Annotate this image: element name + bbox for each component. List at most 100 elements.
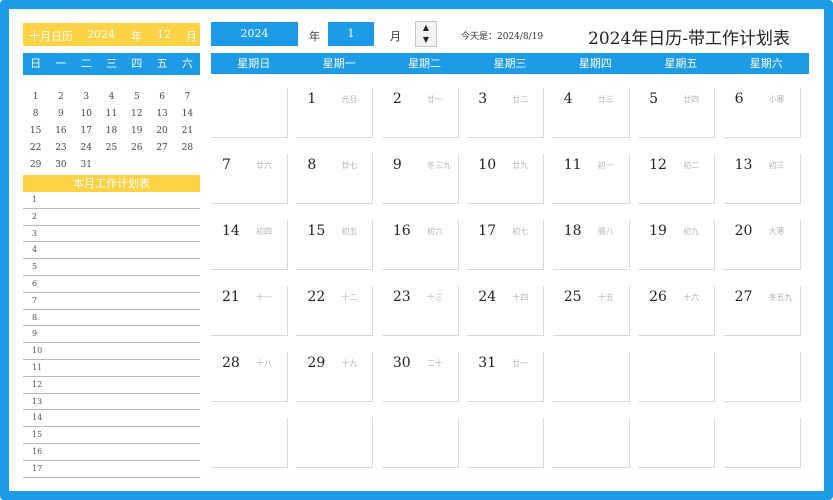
lunar-date: 廿一 [512, 359, 529, 368]
mini-day: 22 [29, 143, 42, 153]
weekday-header: 星期五 [664, 57, 698, 70]
calendar-cell[interactable]: 31 廿一 [467, 346, 552, 412]
calendar-cell[interactable] [723, 346, 809, 412]
day-number: 5 [649, 91, 659, 107]
calendar-cell[interactable]: 23 十三 [381, 280, 467, 346]
day-number: 17 [478, 223, 497, 239]
calendar-cell[interactable]: 13 初三 [723, 148, 809, 214]
calendar-cell[interactable]: 29 十九 [296, 346, 381, 412]
work-plan-row[interactable]: 1 [23, 192, 200, 209]
calendar-cell[interactable]: 25 十五 [552, 280, 638, 346]
calendar-cell[interactable]: 5 廿四 [638, 82, 723, 148]
spin-down-icon[interactable]: ▼ [416, 34, 436, 46]
lunar-date: 十二 [341, 293, 358, 302]
calendar-cell[interactable] [638, 346, 723, 412]
day-number: 10 [478, 157, 497, 173]
calendar-cell[interactable]: 19 初九 [638, 214, 723, 280]
weekday-header: 星期日 [237, 57, 271, 70]
calendar-cell[interactable]: 3 廿二 [467, 82, 552, 148]
day-number: 27 [734, 289, 753, 305]
work-plan-row[interactable]: 6 [23, 276, 200, 293]
calendar-grid: 1 元旦 2 廿一 3 廿二 4 廿三 5 廿四 6 小寒 7 廿六 8 廿七 9 冬三九 10 廿九 11 初一 12 初二… [211, 82, 809, 478]
month-spinner[interactable]: ▲ ▼ [415, 21, 437, 47]
calendar-cell[interactable]: 10 廿九 [467, 148, 552, 214]
work-plan-row[interactable]: 12 [23, 377, 200, 394]
calendar-cell[interactable]: 2 廿一 [381, 82, 467, 148]
cell-border [638, 418, 716, 468]
work-plan-row[interactable]: 5 [23, 259, 200, 276]
lunar-date: 初一 [597, 161, 614, 170]
calendar-cell[interactable]: 7 廿六 [211, 148, 296, 214]
day-number: 2 [392, 91, 402, 107]
day-number: 23 [392, 289, 411, 305]
work-plan-row[interactable]: 14 [23, 410, 200, 428]
day-number: 7 [222, 157, 231, 173]
mini-month-label: 十月日历 [29, 30, 73, 43]
calendar-cell[interactable] [211, 412, 296, 478]
work-plan-row[interactable]: 4 [23, 242, 200, 260]
calendar-cell[interactable]: 1 元旦 [296, 82, 381, 148]
calendar-cell[interactable] [723, 412, 809, 478]
work-plan-row[interactable]: 9 [23, 326, 200, 344]
calendar-cell[interactable]: 12 初二 [638, 148, 723, 214]
lunar-date: 十九 [341, 359, 358, 368]
calendar-cell[interactable]: 9 冬三九 [381, 148, 467, 214]
mini-year-unit: 年 [131, 30, 142, 43]
year-field[interactable]: 2024 [211, 22, 298, 46]
calendar-cell[interactable]: 8 廿七 [296, 148, 381, 214]
lunar-date: 元旦 [341, 95, 358, 104]
work-plan-row[interactable]: 16 [23, 444, 200, 461]
day-number: 15 [307, 223, 326, 239]
calendar-cell[interactable]: 18 腊八 [552, 214, 638, 280]
weekday-header: 星期一 [322, 57, 356, 70]
lunar-date: 初七 [512, 227, 529, 236]
month-field[interactable]: 1 [328, 22, 374, 46]
calendar-cell[interactable]: 27 冬五九 [723, 280, 809, 346]
lunar-date: 廿四 [683, 95, 700, 104]
calendar-cell[interactable] [211, 82, 296, 148]
work-plan-list: 1 2 3 4 5 6 7 8 9 10 11 12 13 14 15 16 17 [23, 192, 200, 478]
mini-day: 15 [29, 126, 42, 136]
work-plan-row[interactable]: 3 [23, 226, 200, 243]
calendar-cell[interactable]: 22 十二 [296, 280, 381, 346]
calendar-cell[interactable] [552, 346, 638, 412]
calendar-cell[interactable]: 21 十一 [211, 280, 296, 346]
work-plan-row[interactable]: 10 [23, 343, 200, 360]
calendar-cell[interactable]: 17 初七 [467, 214, 552, 280]
work-plan-row[interactable]: 11 [23, 360, 200, 377]
calendar-cell[interactable]: 24 十四 [467, 280, 552, 346]
calendar-cell[interactable]: 16 初六 [381, 214, 467, 280]
calendar-cell[interactable]: 26 十六 [638, 280, 723, 346]
mini-weekday: 三 [105, 57, 117, 70]
day-number: 1 [307, 91, 317, 107]
calendar-cell[interactable]: 11 初一 [552, 148, 638, 214]
calendar-cell[interactable]: 28 十八 [211, 346, 296, 412]
calendar-cell[interactable] [552, 412, 638, 478]
calendar-cell[interactable]: 4 廿三 [552, 82, 638, 148]
work-plan-row[interactable]: 13 [23, 394, 200, 411]
lunar-date: 十八 [256, 359, 272, 368]
calendar-cell[interactable] [381, 412, 467, 478]
work-plan-row[interactable]: 7 [23, 293, 200, 310]
work-plan-row[interactable]: 15 [23, 427, 200, 444]
calendar-cell[interactable]: 30 二十 [381, 346, 467, 412]
mini-day: 17 [80, 126, 92, 136]
spin-up-icon[interactable]: ▲ [416, 22, 436, 34]
calendar-cell[interactable] [296, 412, 381, 478]
calendar-cell[interactable]: 14 初四 [211, 214, 296, 280]
lunar-date: 初四 [256, 227, 272, 236]
work-plan-row[interactable]: 8 [23, 310, 200, 327]
calendar-cell[interactable] [638, 412, 723, 478]
lunar-date: 冬三九 [426, 161, 451, 170]
calendar-cell[interactable]: 20 大寒 [723, 214, 809, 280]
calendar-cell[interactable] [467, 412, 552, 478]
mini-day: 28 [181, 143, 194, 153]
lunar-date: 冬五九 [768, 293, 793, 302]
work-plan-row[interactable]: 2 [23, 209, 200, 226]
day-number: 11 [563, 157, 582, 173]
work-plan-row[interactable]: 17 [23, 461, 200, 478]
day-number: 22 [307, 289, 326, 305]
calendar-cell[interactable]: 6 小寒 [723, 82, 809, 148]
cell-border [467, 418, 545, 468]
calendar-cell[interactable]: 15 初五 [296, 214, 381, 280]
